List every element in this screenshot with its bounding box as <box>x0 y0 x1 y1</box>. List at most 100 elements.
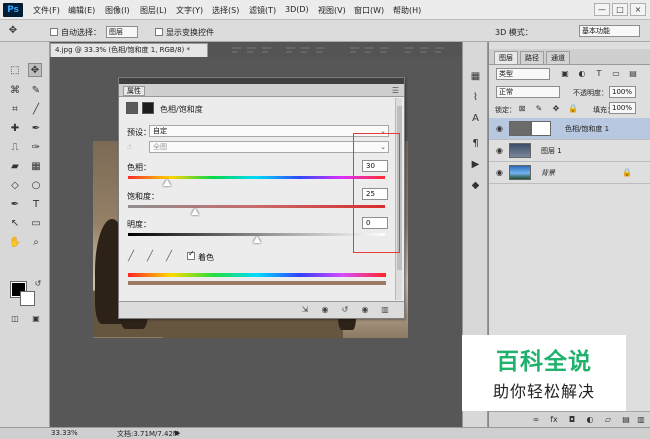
marquee-tool-icon[interactable]: ⬚ <box>8 64 22 78</box>
type-tool-icon[interactable]: T <box>29 198 43 212</box>
menu-select[interactable]: 选择(S) <box>212 5 239 16</box>
eraser-tool-icon[interactable]: ▰ <box>8 160 22 174</box>
menu-filter[interactable]: 滤镜(T) <box>249 5 276 16</box>
layer-row[interactable]: ◉ 图层 1 <box>489 140 650 162</box>
align-icon[interactable] <box>316 46 325 55</box>
menu-layer[interactable]: 图层(L) <box>140 5 167 16</box>
align-icon[interactable] <box>262 46 271 55</box>
new-adjustment-icon[interactable]: ◐ <box>583 413 597 427</box>
link-layers-icon[interactable]: ∞ <box>529 413 543 427</box>
eye-icon[interactable]: ◉ <box>496 124 503 133</box>
add-mask-icon[interactable]: ◘ <box>565 413 579 427</box>
tab-paths[interactable]: 路径 <box>520 51 544 64</box>
opacity-field[interactable]: 100% <box>609 86 636 98</box>
hue-slider-handle[interactable] <box>162 179 171 186</box>
brush-panel-icon[interactable]: ⌇ <box>468 89 483 107</box>
tab-layers[interactable]: 图层 <box>494 51 518 64</box>
layer-row[interactable]: ◉ 色相/饱和度 1 <box>489 118 650 140</box>
path-select-icon[interactable]: ↖ <box>8 217 22 231</box>
fill-field[interactable]: 100% <box>609 102 636 114</box>
paragraph-panel-icon[interactable]: ¶ <box>468 135 483 153</box>
menu-3d[interactable]: 3D(D) <box>285 5 309 14</box>
menu-image[interactable]: 图像(I) <box>105 5 130 16</box>
distribute-icon[interactable] <box>405 46 414 55</box>
align-icon[interactable] <box>232 46 241 55</box>
menu-help[interactable]: 帮助(H) <box>393 5 421 16</box>
eye-icon[interactable]: ◉ <box>496 168 503 177</box>
blend-mode-dropdown[interactable]: 正常 <box>496 86 560 98</box>
distribute-icon[interactable] <box>350 46 359 55</box>
zoom-level[interactable]: 33.33% <box>51 429 78 437</box>
delete-icon[interactable]: ▥ <box>379 305 391 315</box>
view-previous-icon[interactable]: ◉ <box>319 305 331 315</box>
stamp-tool-icon[interactable]: ⎍ <box>8 141 22 155</box>
dodge-tool-icon[interactable]: ○ <box>29 179 43 193</box>
swap-colors-icon[interactable]: ↺ <box>31 277 45 291</box>
maximize-button[interactable]: □ <box>612 3 628 16</box>
clip-layer-icon[interactable]: ⇲ <box>299 305 311 315</box>
3d-panel-icon[interactable]: ◆ <box>468 177 483 195</box>
actions-panel-icon[interactable]: ▶ <box>468 156 483 174</box>
reset-icon[interactable]: ↺ <box>339 305 351 315</box>
crop-tool-icon[interactable]: ⌗ <box>8 103 22 117</box>
auto-select-checkbox[interactable] <box>50 28 58 36</box>
background-color-swatch[interactable] <box>20 291 35 306</box>
brush-tool-icon[interactable]: ✒ <box>29 122 43 136</box>
gradient-tool-icon[interactable]: ▦ <box>29 160 43 174</box>
auto-select-dropdown[interactable]: 图层 <box>106 26 138 38</box>
filter-type-icon[interactable]: T <box>592 67 606 81</box>
healing-brush-icon[interactable]: ✚ <box>8 122 22 136</box>
mask-icon[interactable] <box>142 102 154 114</box>
lightness-slider-handle[interactable] <box>252 236 261 243</box>
saturation-slider[interactable] <box>128 205 385 208</box>
eyedropper-icon[interactable]: ╱ <box>128 251 134 262</box>
toggle-visibility-icon[interactable]: ◉ <box>359 305 371 315</box>
adjustment-icon[interactable] <box>126 102 138 114</box>
tab-channels[interactable]: 通道 <box>546 51 570 64</box>
panel-menu-icon[interactable]: ☰ <box>392 86 399 95</box>
history-brush-icon[interactable]: ✑ <box>29 141 43 155</box>
document-tab[interactable]: 4.jpg @ 33.3% (色相/饱和度 1, RGB/8) * <box>50 43 208 57</box>
character-panel-icon[interactable]: A <box>468 110 483 128</box>
move-tool-icon[interactable]: ✥ <box>6 24 20 38</box>
menu-type[interactable]: 文字(Y) <box>176 5 203 16</box>
show-transform-checkbox[interactable] <box>155 28 163 36</box>
delete-layer-icon[interactable]: ▥ <box>634 413 648 427</box>
workspace-dropdown[interactable]: 基本功能 <box>579 25 640 37</box>
eye-icon[interactable]: ◉ <box>496 146 503 155</box>
move-tool-icon[interactable]: ✥ <box>28 63 42 77</box>
layer-row[interactable]: ◉ 背景 🔒 <box>489 162 650 184</box>
distribute-icon[interactable] <box>420 46 429 55</box>
lock-image-icon[interactable]: ✎ <box>532 102 546 116</box>
filter-adjustment-icon[interactable]: ◐ <box>575 67 589 81</box>
quick-select-icon[interactable]: ✎ <box>29 84 43 98</box>
layer-style-icon[interactable]: fx <box>547 413 561 427</box>
new-layer-icon[interactable]: ▤ <box>619 413 633 427</box>
zoom-tool-icon[interactable]: ⌕ <box>29 236 43 250</box>
screen-mode-icon[interactable]: ▣ <box>29 312 43 326</box>
align-icon[interactable] <box>286 46 295 55</box>
close-button[interactable]: × <box>630 3 646 16</box>
menu-edit[interactable]: 编辑(E) <box>68 5 95 16</box>
history-icon[interactable]: ▦ <box>468 68 483 86</box>
layer-kind-dropdown[interactable]: 类型 <box>496 68 550 80</box>
lock-all-icon[interactable]: 🔒 <box>566 102 580 116</box>
menu-view[interactable]: 视图(V) <box>318 5 346 16</box>
lasso-tool-icon[interactable]: ⌘ <box>8 84 22 98</box>
saturation-slider-handle[interactable] <box>190 208 199 215</box>
align-icon[interactable] <box>247 46 256 55</box>
align-icon[interactable] <box>301 46 310 55</box>
minimize-button[interactable]: — <box>594 3 610 16</box>
menu-file[interactable]: 文件(F) <box>33 5 60 16</box>
filter-shape-icon[interactable]: ▭ <box>609 67 623 81</box>
properties-tab[interactable]: 属性 <box>123 86 145 96</box>
distribute-icon[interactable] <box>435 46 444 55</box>
eyedropper-icon[interactable]: ╱ <box>29 103 43 117</box>
lock-transparent-icon[interactable]: ⊠ <box>515 102 529 116</box>
shape-tool-icon[interactable]: ▭ <box>29 217 43 231</box>
filter-smart-object-icon[interactable]: ▤ <box>626 67 640 81</box>
quick-mask-icon[interactable]: ◫ <box>8 312 22 326</box>
lock-position-icon[interactable]: ✥ <box>549 102 563 116</box>
new-group-icon[interactable]: ▱ <box>601 413 615 427</box>
distribute-icon[interactable] <box>365 46 374 55</box>
